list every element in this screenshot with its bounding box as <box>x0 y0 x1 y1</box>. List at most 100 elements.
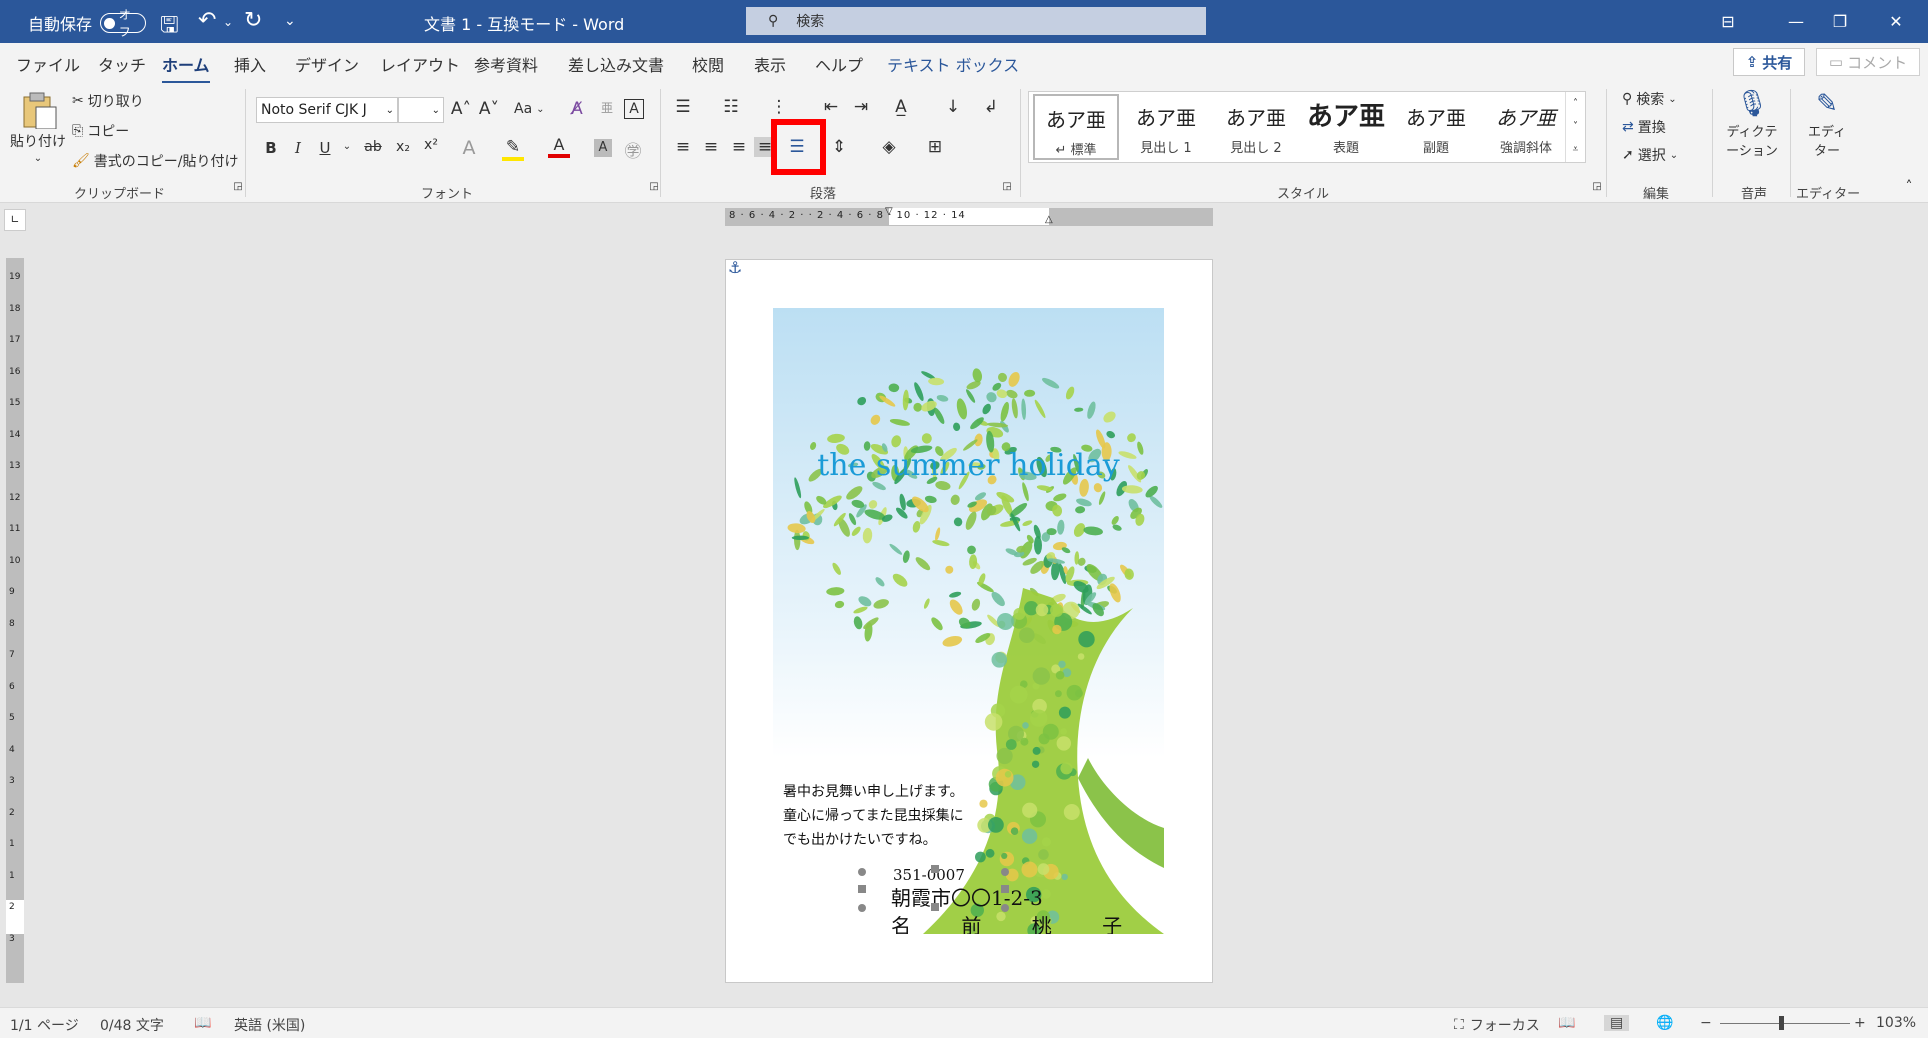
text-direction-icon[interactable]: A̲ <box>890 97 912 117</box>
zoom-level[interactable]: 103% <box>1876 1015 1916 1031</box>
style-subtitle[interactable]: あア亜 副題 <box>1393 94 1479 160</box>
multilevel-list-icon[interactable]: ⋮ <box>768 97 790 117</box>
underline-icon[interactable]: U <box>314 139 336 157</box>
vertical-ruler[interactable]: 19 18 17 16 15 14 13 12 11 10 9 8 7 6 5 … <box>6 258 24 983</box>
find-button[interactable]: ⚲ 検索 ⌄ <box>1622 89 1677 109</box>
customize-qat-icon[interactable]: ⌄ <box>284 13 296 29</box>
tab-touch[interactable]: タッチ <box>98 52 146 76</box>
styles-gallery[interactable]: あア亜 ↵ 標準 あア亜 見出し 1 あア亜 見出し 2 あア亜 表題 あア亜 副題 あア… <box>1028 91 1586 163</box>
align-right-icon[interactable]: ≡ <box>728 137 750 157</box>
language[interactable]: 英語 (米国) <box>234 1015 305 1035</box>
comments-button[interactable]: ▭ コメント <box>1816 48 1920 76</box>
phonetic-guide-icon[interactable]: 亜 <box>596 99 618 116</box>
close-button[interactable]: ✕ <box>1868 0 1924 43</box>
zoom-in-button[interactable]: + <box>1854 1015 1866 1031</box>
resize-handle[interactable] <box>858 904 866 912</box>
editor-button[interactable]: ✎ エディター <box>1802 89 1852 159</box>
highlight-color-icon[interactable]: ✎ <box>502 137 524 161</box>
shrink-font-icon[interactable]: A˅ <box>478 99 500 119</box>
zoom-slider[interactable] <box>1720 1023 1850 1024</box>
line-spacing-icon[interactable]: ⇕ <box>828 137 850 157</box>
character-shading-icon[interactable]: A <box>594 139 612 157</box>
undo-dropdown-icon[interactable]: ⌄ <box>223 15 233 29</box>
bold-icon[interactable]: B <box>260 139 282 157</box>
styles-scroll[interactable]: ˄ ˅ ⩡ <box>1565 92 1585 162</box>
increase-indent-icon[interactable]: ⇥ <box>850 97 872 117</box>
enclose-characters-icon[interactable]: ㊫ <box>622 137 644 162</box>
numbering-icon[interactable]: ☷ <box>720 97 742 117</box>
document-page[interactable]: ⚓ the summer holiday 暑中お見舞い申し上げます。 童心に帰っ… <box>725 258 1213 983</box>
cut-button[interactable]: ✂ 切り取り <box>72 91 144 111</box>
resize-handle[interactable] <box>1001 904 1009 912</box>
first-line-indent-marker[interactable]: ▽ <box>885 206 893 217</box>
style-title[interactable]: あア亜 表題 <box>1303 94 1389 160</box>
autosave-switch[interactable]: オフ <box>100 8 147 39</box>
dictate-button[interactable]: 🎙 ディクテーション <box>1724 89 1780 159</box>
read-mode-icon[interactable]: 📖 <box>1558 1015 1575 1031</box>
borders-icon[interactable]: ⊞ <box>924 137 946 157</box>
save-icon[interactable]: 🖫 <box>160 8 179 46</box>
tab-review[interactable]: 校閲 <box>692 52 724 76</box>
focus-mode-button[interactable]: ⛶ フォーカス <box>1454 1015 1540 1035</box>
decrease-indent-icon[interactable]: ⇤ <box>820 97 842 117</box>
resize-handle[interactable] <box>858 868 866 876</box>
font-size-select[interactable]: ⌄ <box>398 97 444 123</box>
tab-mailings[interactable]: 差し込み文書 <box>568 52 664 76</box>
clear-formatting-icon[interactable]: A̸ <box>566 99 588 119</box>
style-heading-2[interactable]: あア亜 見出し 2 <box>1213 94 1299 160</box>
tab-layout[interactable]: レイアウト <box>380 52 460 76</box>
page-count[interactable]: 1/1 ページ <box>10 1015 79 1035</box>
right-indent-marker[interactable]: △ <box>1045 214 1053 225</box>
horizontal-ruler[interactable]: 8 · 6 · 4 · 2 · · 2 · 4 · 6 · 8 · 10 · 1… <box>725 206 1213 226</box>
sort-icon[interactable]: ↓ <box>942 97 964 117</box>
copy-button[interactable]: ⎘ コピー <box>72 121 129 141</box>
tab-references[interactable]: 参考資料 <box>474 52 538 76</box>
font-name-select[interactable]: Noto Serif CJK J ⌄ <box>256 97 398 123</box>
paste-button[interactable]: 貼り付け ⌄ <box>10 89 66 164</box>
show-hide-marks-icon[interactable]: ↲ <box>980 97 1002 117</box>
web-layout-icon[interactable]: 🌐 <box>1656 1015 1673 1031</box>
align-center-icon[interactable]: ≡ <box>700 137 722 157</box>
undo-icon[interactable]: ↶ <box>198 8 216 33</box>
change-case-button[interactable]: Aa ⌄ <box>514 101 545 117</box>
resize-handle[interactable] <box>1001 868 1009 876</box>
tab-design[interactable]: デザイン <box>295 52 359 76</box>
resize-handle[interactable] <box>931 903 939 911</box>
text-effects-icon[interactable]: A <box>458 137 480 159</box>
redo-icon[interactable]: ↻ <box>244 8 262 33</box>
resize-handle[interactable] <box>858 885 866 893</box>
word-count[interactable]: 0/48 文字 <box>100 1015 164 1035</box>
subscript-icon[interactable]: x₂ <box>392 139 414 155</box>
underline-dropdown-icon[interactable]: ⌄ <box>336 141 358 152</box>
zoom-out-button[interactable]: − <box>1700 1015 1712 1031</box>
tab-help[interactable]: ヘルプ <box>815 52 863 76</box>
share-button[interactable]: ⇪ 共有 <box>1733 48 1805 76</box>
strikethrough-icon[interactable]: ab <box>362 139 384 155</box>
autosave-toggle[interactable]: 自動保存 オフ <box>28 8 147 39</box>
search-input[interactable]: ⚲ 検索 <box>746 7 1206 35</box>
styles-launcher-icon[interactable]: ◲ <box>1586 181 1608 192</box>
italic-icon[interactable]: I <box>287 139 309 157</box>
shading-icon[interactable]: ◈ <box>878 137 900 157</box>
tab-text-box[interactable]: テキスト ボックス <box>887 52 1019 76</box>
tab-view[interactable]: 表示 <box>754 52 786 76</box>
greeting-text[interactable]: 暑中お見舞い申し上げます。 童心に帰ってまた昆虫採集に でも出かけたいですね。 <box>783 780 964 852</box>
select-button[interactable]: ➚ 選択 ⌄ <box>1622 145 1678 165</box>
tab-file[interactable]: ファイル <box>16 52 80 76</box>
ribbon-display-options-button[interactable]: ⊟ <box>1700 0 1756 43</box>
zoom-slider-thumb[interactable] <box>1779 1016 1784 1030</box>
restore-button[interactable]: ❐ <box>1812 0 1868 43</box>
style-heading-1[interactable]: あア亜 見出し 1 <box>1123 94 1209 160</box>
replace-button[interactable]: ⇄ 置換 <box>1622 117 1666 137</box>
style-normal[interactable]: あア亜 ↵ 標準 <box>1033 94 1119 160</box>
paragraph-launcher-icon[interactable]: ◲ <box>996 181 1018 192</box>
postcard-image[interactable]: the summer holiday 暑中お見舞い申し上げます。 童心に帰ってま… <box>773 308 1164 934</box>
tab-home[interactable]: ホーム <box>162 52 210 84</box>
tab-insert[interactable]: 挿入 <box>234 52 266 76</box>
align-left-icon[interactable]: ≡ <box>672 137 694 157</box>
proofing-icon[interactable]: 📖 <box>194 1015 211 1031</box>
bullets-icon[interactable]: ☰ <box>672 97 694 117</box>
grow-font-icon[interactable]: A˄ <box>450 99 472 119</box>
format-painter-button[interactable]: 🖌 書式のコピー/貼り付け <box>72 151 239 171</box>
enclosed-character-icon[interactable]: A <box>624 99 644 119</box>
